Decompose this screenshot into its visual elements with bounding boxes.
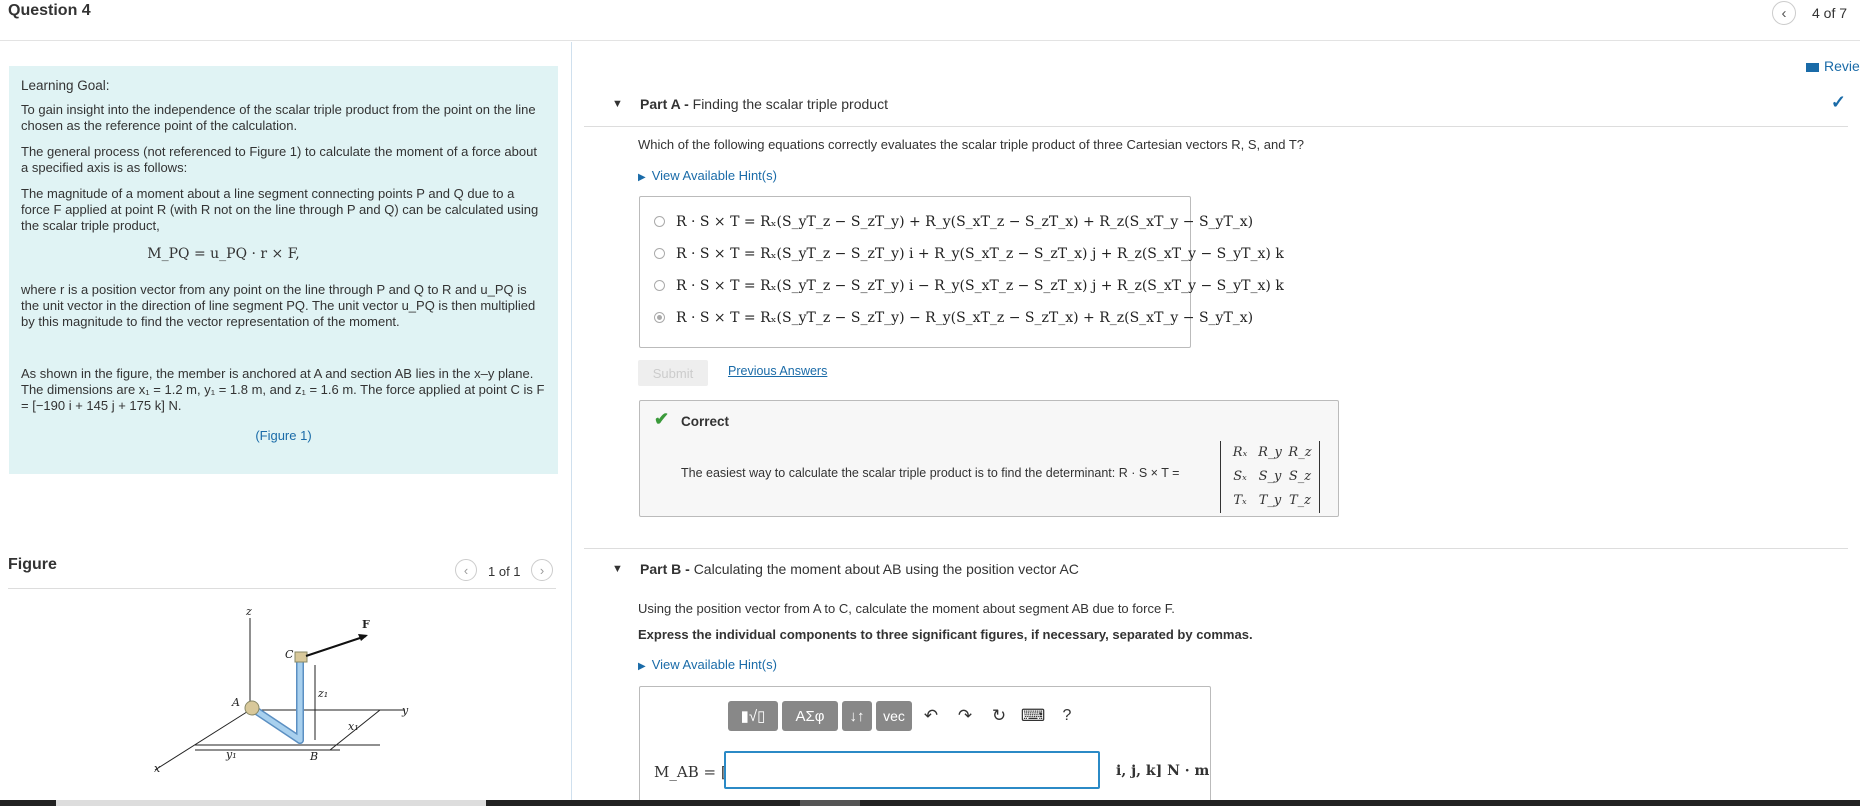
label-F: F [362, 618, 370, 631]
hint-triangle-icon: ▶ [638, 172, 646, 183]
part-b-instruction: Express the individual components to thr… [638, 627, 1253, 642]
correct-label: Correct [681, 414, 730, 429]
radio-button[interactable] [654, 216, 665, 227]
reset-icon[interactable]: ↻ [984, 701, 1014, 731]
figure-heading: Figure [8, 556, 57, 573]
det-cell: S_z [1288, 469, 1312, 484]
label-A: A [231, 696, 240, 709]
bottom-bar [0, 800, 1860, 806]
help-button[interactable]: ? [1052, 701, 1082, 731]
part-a-hint-label: View Available Hint(s) [651, 168, 777, 183]
goal-paragraph-2: The general process (not referenced to F… [21, 144, 537, 175]
collapse-triangle-icon[interactable]: ▼ [612, 563, 623, 575]
part-b-hint-label: View Available Hint(s) [651, 657, 777, 672]
learning-goal-heading: Learning Goal: [21, 78, 110, 93]
keyboard-icon[interactable]: ⌨ [1018, 701, 1048, 731]
det-cell: Rₓ [1232, 445, 1248, 460]
radio-button[interactable] [654, 248, 665, 259]
figure-next-icon[interactable]: › [531, 559, 553, 581]
option-3-text: R · S × T = Rₓ(S_yT_z − S_zT_y) i − R_y(… [676, 278, 1284, 294]
part-b-question: Using the position vector from A to C, c… [638, 601, 1175, 616]
question-pager: 4 of 7 [1812, 5, 1848, 21]
det-cell: T_y [1258, 493, 1282, 508]
option-3[interactable]: R · S × T = Rₓ(S_yT_z − S_zT_y) i − R_y(… [654, 278, 1284, 294]
goal-paragraph-1: To gain insight into the independence of… [21, 102, 536, 133]
det-cell: T_z [1288, 493, 1312, 508]
figure-link[interactable]: (Figure 1) [21, 428, 546, 444]
part-a-header[interactable]: ▼ Part A - Finding the scalar triple pro… [584, 84, 1848, 127]
option-2[interactable]: R · S × T = Rₓ(S_yT_z − S_zT_y) i + R_y(… [654, 246, 1284, 262]
answer-box: ▮√▯ ΑΣφ ↓↑ vec ↶ ↷ ↻ ⌨ ? M_AB = [ i, j, … [639, 686, 1211, 806]
label-z: z [245, 605, 252, 618]
option-2-text: R · S × T = Rₓ(S_yT_z − S_zT_y) i + R_y(… [676, 246, 1284, 262]
part-a-label: Part A - [640, 96, 689, 112]
arrows-button[interactable]: ↓↑ [842, 701, 872, 731]
goal-paragraph-5: As shown in the figure, the member is an… [21, 366, 545, 413]
part-a-question: Which of the following equations correct… [638, 137, 1304, 152]
part-b-label: Part B - [640, 561, 690, 577]
symbols-button[interactable]: ΑΣφ [782, 701, 838, 731]
radio-button-selected[interactable] [654, 312, 665, 323]
radio-button[interactable] [654, 280, 665, 291]
submit-button[interactable]: Submit [638, 360, 708, 386]
collapse-triangle-icon[interactable]: ▼ [612, 98, 623, 110]
feedback-text: The easiest way to calculate the scalar … [681, 466, 1180, 480]
part-b-hint-link[interactable]: ▶ View Available Hint(s) [638, 657, 777, 672]
undo-icon[interactable]: ↶ [916, 701, 946, 731]
learning-goal-box: Learning Goal: To gain insight into the … [9, 66, 558, 474]
question-title: Question 4 [8, 2, 91, 19]
det-cell: S_y [1258, 469, 1282, 484]
goal-paragraph-4: where r is a position vector from any po… [21, 282, 536, 329]
det-cell: Tₓ [1233, 493, 1247, 508]
top-bar: Question 4 ‹ 4 of 7 [0, 0, 1860, 41]
moment-formula: M_PQ = u_PQ · r × F, [147, 246, 300, 262]
figure-divider [8, 588, 556, 589]
checkmark-icon: ✓ [1830, 92, 1846, 112]
units-label: i, j, k] N · m [1116, 763, 1210, 779]
chevron-left-icon[interactable]: ‹ [1772, 1, 1796, 25]
moment-answer-input[interactable] [724, 751, 1100, 789]
bottom-segment [56, 800, 486, 806]
option-4-text: R · S × T = Rₓ(S_yT_z − S_zT_y) − R_y(S_… [676, 310, 1254, 326]
redo-icon[interactable]: ↷ [950, 701, 980, 731]
label-y1: y₁ [225, 748, 237, 761]
panel-divider [571, 42, 572, 806]
label-x: x [154, 762, 161, 775]
templates-button[interactable]: ▮√▯ [728, 701, 778, 731]
vec-button[interactable]: vec [876, 701, 912, 731]
figure-pager: 1 of 1 [488, 564, 521, 579]
bottom-segment [800, 800, 860, 806]
part-b-header[interactable]: ▼ Part B - Calculating the moment about … [584, 548, 1848, 591]
figure-diagram: z F C A z₁ x₁ y y₁ B x [154, 605, 409, 775]
label-y: y [401, 704, 409, 717]
goal-paragraph-3: The magnitude of a moment about a line s… [21, 186, 539, 233]
part-b-title: Calculating the moment about AB using th… [693, 561, 1079, 577]
part-a-hint-link[interactable]: ▶ View Available Hint(s) [638, 168, 777, 183]
option-1[interactable]: R · S × T = Rₓ(S_yT_z − S_zT_y) + R_y(S_… [654, 214, 1253, 230]
det-cell: Sₓ [1233, 469, 1247, 484]
option-1-text: R · S × T = Rₓ(S_yT_z − S_zT_y) + R_y(S_… [676, 214, 1254, 230]
det-cell: R_y [1258, 445, 1282, 460]
label-z1: z₁ [317, 687, 328, 700]
book-icon [1806, 63, 1819, 72]
label-x1: x₁ [348, 720, 359, 733]
label-B: B [309, 750, 318, 763]
figure-prev-icon[interactable]: ‹ [455, 559, 477, 581]
moment-input-label: M_AB = [ [654, 763, 727, 781]
determinant-matrix: Rₓ R_y R_z Sₓ S_y S_z Tₓ T_y T_z [1220, 441, 1320, 513]
label-C: C [285, 648, 294, 661]
option-4[interactable]: R · S × T = Rₓ(S_yT_z − S_zT_y) − R_y(S_… [654, 310, 1253, 326]
review-label: Revie [1824, 58, 1860, 74]
part-a-title: Finding the scalar triple product [692, 96, 888, 112]
det-cell: R_z [1288, 445, 1312, 460]
previous-answers-link[interactable]: Previous Answers [728, 364, 827, 378]
answer-options: R · S × T = Rₓ(S_yT_z − S_zT_y) + R_y(S_… [639, 196, 1284, 348]
correct-check-icon: ✔ [654, 409, 670, 429]
correct-feedback-box: ✔ Correct The easiest way to calculate t… [639, 400, 1339, 517]
hint-triangle-icon: ▶ [638, 661, 646, 672]
math-toolbar: ▮√▯ ΑΣφ ↓↑ vec ↶ ↷ ↻ ⌨ ? [728, 701, 1082, 731]
review-link[interactable]: Revie [1806, 58, 1860, 74]
